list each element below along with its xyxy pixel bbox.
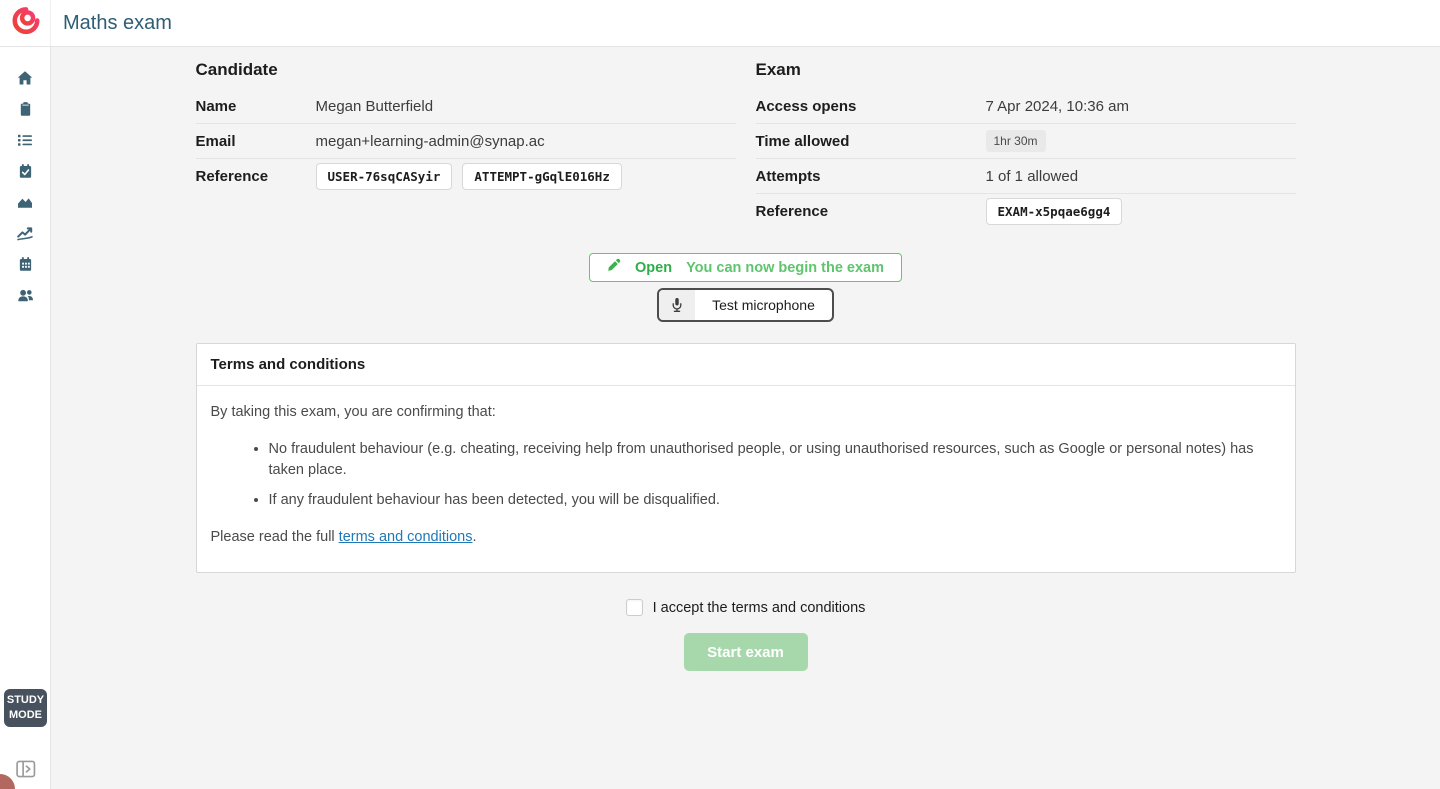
time-allowed-badge: 1hr 30m [986, 130, 1046, 152]
synap-logo-icon[interactable] [10, 6, 40, 41]
candidate-reference-row: Reference USER-76sqCASyir ATTEMPT-gGqlE0… [196, 159, 736, 194]
users-icon [17, 287, 34, 303]
list-icon [17, 132, 33, 148]
candidate-reference-label: Reference [196, 168, 316, 185]
terms-footer-suffix: . [472, 529, 476, 545]
main-content: Candidate Name Megan Butterfield Email m… [51, 47, 1440, 789]
access-opens-row: Access opens 7 Apr 2024, 10:36 am [756, 89, 1296, 124]
accept-terms-label: I accept the terms and conditions [653, 600, 866, 616]
home-icon [17, 70, 33, 86]
exam-reference-label: Reference [756, 203, 986, 220]
attempts-label: Attempts [756, 168, 986, 185]
top-bar: Maths exam [0, 0, 1440, 47]
sidebar-nav [0, 47, 50, 310]
status-state-label: Open [635, 260, 672, 276]
clipboard-icon [18, 101, 33, 117]
candidate-name-row: Name Megan Butterfield [196, 89, 736, 124]
sidebar-item-calendar[interactable] [0, 248, 50, 279]
sidebar-item-home[interactable] [0, 62, 50, 93]
calendar-icon [18, 256, 33, 272]
logo-cell [0, 0, 51, 46]
microphone-icon [659, 290, 695, 320]
line-chart-icon [17, 225, 33, 241]
attempts-row: Attempts 1 of 1 allowed [756, 159, 1296, 194]
page-title: Maths exam [63, 12, 172, 35]
terms-bullet: No fraudulent behaviour (e.g. cheating, … [269, 439, 1281, 481]
attempts-value: 1 of 1 allowed [986, 168, 1079, 185]
sidebar: STUDY MODE [0, 47, 51, 789]
exam-status-banner: Open You can now begin the exam [589, 253, 902, 282]
terms-footer: Please read the full terms and condition… [211, 527, 1281, 548]
terms-footer-prefix: Please read the full [211, 529, 339, 545]
panel-expand-icon[interactable] [16, 759, 36, 779]
corner-avatar[interactable] [0, 774, 15, 789]
time-allowed-row: Time allowed 1hr 30m [756, 124, 1296, 159]
sidebar-item-analytics[interactable] [0, 217, 50, 248]
exam-reference-row: Reference EXAM-x5pqae6gg4 [756, 194, 1296, 229]
terms-bullet: If any fraudulent behaviour has been det… [269, 490, 1281, 511]
area-chart-icon [17, 194, 33, 210]
sidebar-item-exams[interactable] [0, 93, 50, 124]
access-opens-value: 7 Apr 2024, 10:36 am [986, 98, 1129, 115]
exam-section-title: Exam [756, 60, 1296, 80]
terms-card-title: Terms and conditions [197, 344, 1295, 386]
test-microphone-label: Test microphone [695, 290, 832, 320]
email-value: megan+learning-admin@synap.ac [316, 133, 545, 150]
terms-bullet-list: No fraudulent behaviour (e.g. cheating, … [211, 439, 1281, 511]
user-reference-badge: USER-76sqCASyir [316, 163, 453, 190]
candidate-section-title: Candidate [196, 60, 736, 80]
terms-and-conditions-link[interactable]: terms and conditions [339, 529, 473, 545]
sidebar-item-candidates[interactable] [0, 279, 50, 310]
calendar-check-icon [18, 163, 33, 179]
terms-intro: By taking this exam, you are confirming … [211, 402, 1281, 423]
email-label: Email [196, 133, 316, 150]
access-opens-label: Access opens [756, 98, 986, 115]
exam-section: Exam Access opens 7 Apr 2024, 10:36 am T… [756, 60, 1296, 229]
start-exam-button[interactable]: Start exam [684, 633, 808, 671]
pencil-icon [607, 258, 621, 277]
accept-terms-checkbox[interactable] [626, 599, 643, 616]
sidebar-item-results[interactable] [0, 186, 50, 217]
sidebar-item-list[interactable] [0, 124, 50, 155]
candidate-section: Candidate Name Megan Butterfield Email m… [196, 60, 736, 229]
name-label: Name [196, 98, 316, 115]
terms-card: Terms and conditions By taking this exam… [196, 343, 1296, 573]
test-microphone-button[interactable]: Test microphone [657, 288, 834, 322]
candidate-email-row: Email megan+learning-admin@synap.ac [196, 124, 736, 159]
time-allowed-label: Time allowed [756, 133, 986, 150]
name-value: Megan Butterfield [316, 98, 434, 115]
sidebar-item-schedule[interactable] [0, 155, 50, 186]
exam-reference-badge: EXAM-x5pqae6gg4 [986, 198, 1123, 225]
status-message: You can now begin the exam [686, 260, 884, 276]
attempt-reference-badge: ATTEMPT-gGqlE016Hz [462, 163, 621, 190]
study-mode-badge: STUDY MODE [4, 689, 47, 727]
